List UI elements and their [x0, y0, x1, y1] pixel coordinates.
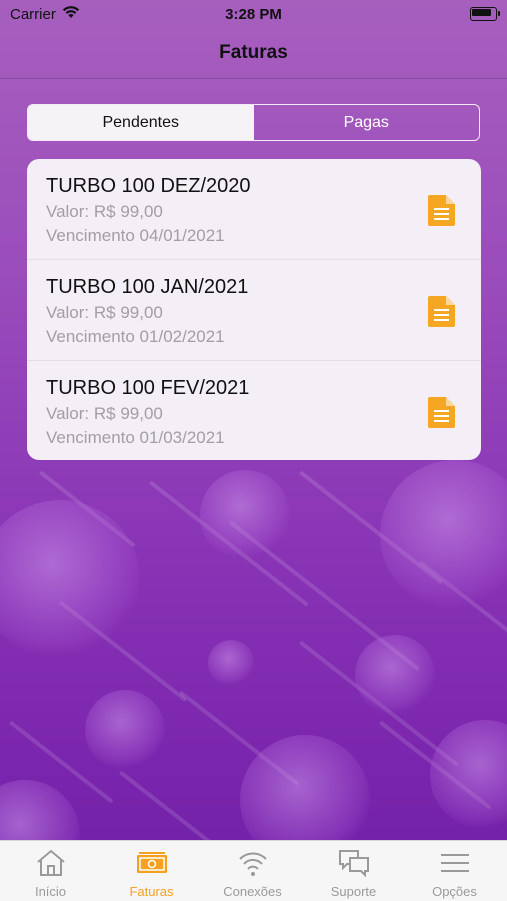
invoice-due-date: Vencimento 04/01/2021 — [46, 226, 225, 245]
invoice-status-segmented-control: Pendentes Pagas — [27, 104, 480, 141]
invoice-title: TURBO 100 FEV/2021 — [46, 377, 250, 399]
tab-conexoes[interactable]: Conexões — [202, 841, 303, 901]
status-time: 3:28 PM — [225, 6, 282, 23]
tab-faturas[interactable]: Faturas — [101, 841, 202, 901]
page-title: Faturas — [219, 42, 288, 63]
tab-inicio[interactable]: Início — [0, 841, 101, 901]
tab-label: Faturas — [129, 884, 174, 899]
document-icon[interactable] — [428, 296, 455, 327]
segment-pendentes[interactable]: Pendentes — [28, 105, 254, 140]
money-icon — [136, 852, 167, 873]
invoice-title: TURBO 100 JAN/2021 — [46, 276, 249, 298]
invoice-value: Valor: R$ 99,00 — [46, 303, 163, 322]
tab-label: Conexões — [223, 884, 282, 899]
tab-label: Início — [34, 884, 67, 899]
tab-label: Suporte — [330, 884, 377, 899]
invoice-due-date: Vencimento 01/03/2021 — [46, 428, 225, 447]
tab-suporte[interactable]: Suporte — [303, 841, 404, 901]
home-icon — [36, 849, 65, 876]
document-icon[interactable] — [428, 397, 455, 428]
wifi-icon — [238, 852, 267, 876]
status-bar: Carrier 3:28 PM — [0, 0, 507, 28]
invoice-row[interactable]: TURBO 100 DEZ/2020 Valor: R$ 99,00 Venci… — [27, 159, 481, 260]
invoice-due-date: Vencimento 01/02/2021 — [46, 327, 225, 346]
tab-label: Opções — [432, 884, 477, 899]
menu-icon — [440, 854, 469, 872]
invoice-list: TURBO 100 DEZ/2020 Valor: R$ 99,00 Venci… — [27, 159, 481, 460]
invoice-value: Valor: R$ 99,00 — [46, 404, 163, 423]
chat-icon — [338, 850, 369, 877]
segment-pagas[interactable]: Pagas — [254, 105, 480, 140]
tab-opcoes[interactable]: Opções — [404, 841, 505, 901]
invoice-row[interactable]: TURBO 100 JAN/2021 Valor: R$ 99,00 Venci… — [27, 260, 481, 361]
invoice-value: Valor: R$ 99,00 — [46, 202, 163, 221]
document-icon[interactable] — [428, 195, 455, 226]
invoice-title: TURBO 100 DEZ/2020 — [46, 175, 251, 197]
tab-bar: Início Faturas Conexões Suporte Opções — [0, 840, 507, 901]
invoice-row[interactable]: TURBO 100 FEV/2021 Valor: R$ 99,00 Venci… — [27, 361, 481, 460]
navigation-bar: Faturas — [0, 28, 507, 79]
battery-icon — [470, 7, 500, 21]
